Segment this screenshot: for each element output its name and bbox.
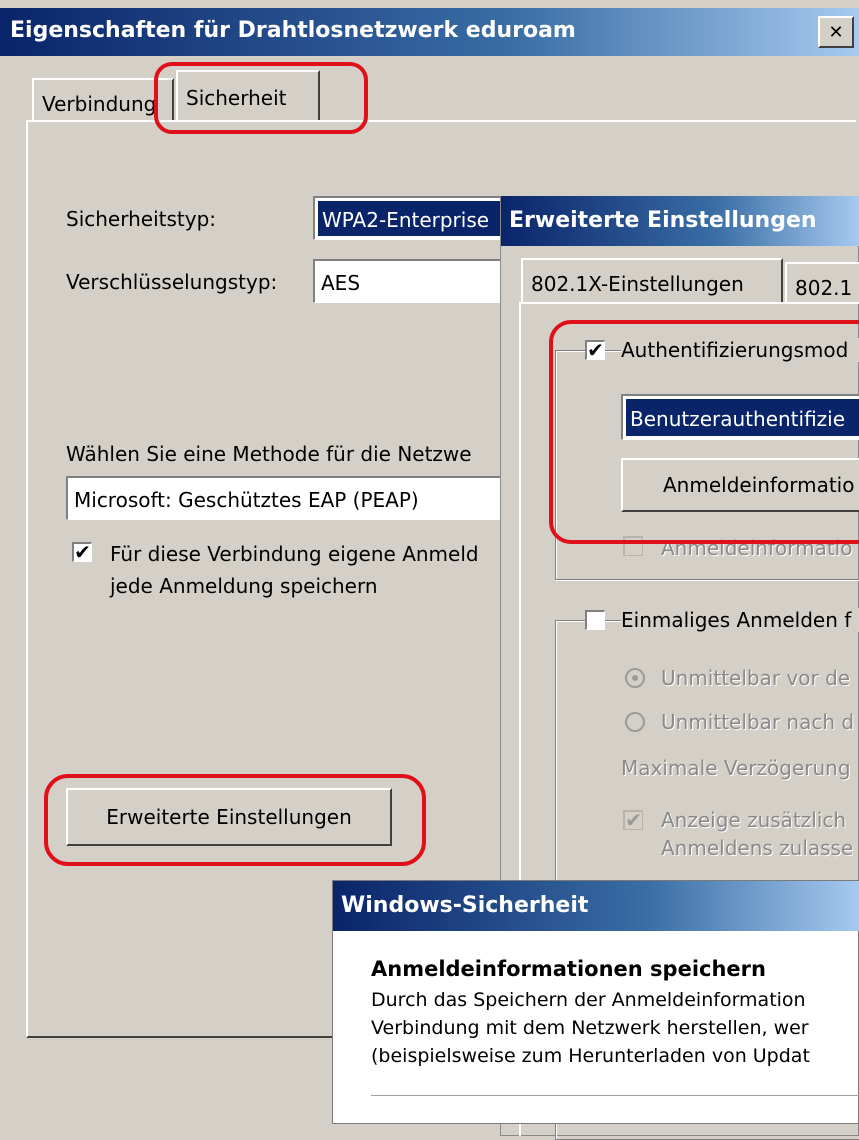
security-divider [371,1095,859,1096]
remember-credentials-label-2: jede Anmeldung speichern [110,574,378,598]
tab-8021x[interactable]: 802.1X-Einstellungen [521,258,783,304]
tab-8021x-label: 802.1X-Einstellungen [531,272,744,296]
highlight-sicherheit-tab [154,62,368,134]
radio-before-logon[interactable] [625,668,645,688]
auth-method-label: Wählen Sie eine Methode für die Netzwe [66,442,472,466]
tab-verbindung-label: Verbindung [42,92,157,116]
radio-after-logon-label: Unmittelbar nach d [661,710,855,734]
security-type-label: Sicherheitstyp: [66,207,217,231]
advanced-window-title: Erweiterte Einstellungen [509,208,817,233]
highlight-advanced-button [44,774,426,866]
advanced-title-bar[interactable]: Erweiterte Einstellungen [501,196,859,246]
security-type-value: WPA2-Enterprise [318,201,502,236]
radio-before-logon-label: Unmittelbar vor de [661,666,851,690]
tab-80211-label: 802.1 [795,276,853,300]
radio-after-logon[interactable] [625,712,645,732]
security-body-line-2: Verbindung mit dem Netzwerk herstellen, … [371,1017,809,1039]
sso-checkbox[interactable] [585,610,605,630]
save-credentials-heading: Anmeldeinformationen speichern [371,957,766,981]
additional-dialogs-checkbox[interactable]: ✔ [623,810,643,830]
main-window-title: Eigenschaften für Drahtlosnetzwerk eduro… [10,18,576,43]
remember-credentials-checkbox[interactable]: ✔ [72,542,92,562]
security-window-title: Windows-Sicherheit [341,893,589,918]
auth-method-value: Microsoft: Geschütztes EAP (PEAP) [74,488,419,512]
security-title-bar[interactable]: Windows-Sicherheit [333,881,859,931]
security-body-line-1: Durch das Speichern der Anmeldeinformati… [371,989,806,1011]
close-icon: ✕ [828,21,844,43]
encryption-type-value: AES [321,271,361,295]
additional-dialogs-label-2: Anmeldens zulasse [661,836,854,860]
highlight-auth-mode [549,320,859,544]
encryption-type-select[interactable]: AES [313,259,503,303]
max-delay-label: Maximale Verzögerung [621,756,851,780]
security-type-select[interactable]: WPA2-Enterprise [313,196,503,240]
auth-method-select[interactable]: Microsoft: Geschütztes EAP (PEAP) [66,476,504,520]
tab-80211[interactable]: 802.1 [785,262,859,304]
security-body-line-3: (beispielsweise zum Herunterladen von Up… [371,1045,810,1067]
windows-security-window: Windows-Sicherheit Anmeldeinformationen … [332,880,859,1124]
main-title-bar[interactable]: Eigenschaften für Drahtlosnetzwerk eduro… [0,8,859,56]
encryption-type-label: Verschlüsselungstyp: [66,270,278,294]
tab-verbindung[interactable]: Verbindung [32,78,174,120]
close-button[interactable]: ✕ [818,16,854,48]
sso-label: Einmaliges Anmelden f [621,608,859,632]
remember-credentials-label-1: Für diese Verbindung eigene Anmeld [110,542,479,566]
additional-dialogs-label-1: Anzeige zusätzlich [661,808,847,832]
